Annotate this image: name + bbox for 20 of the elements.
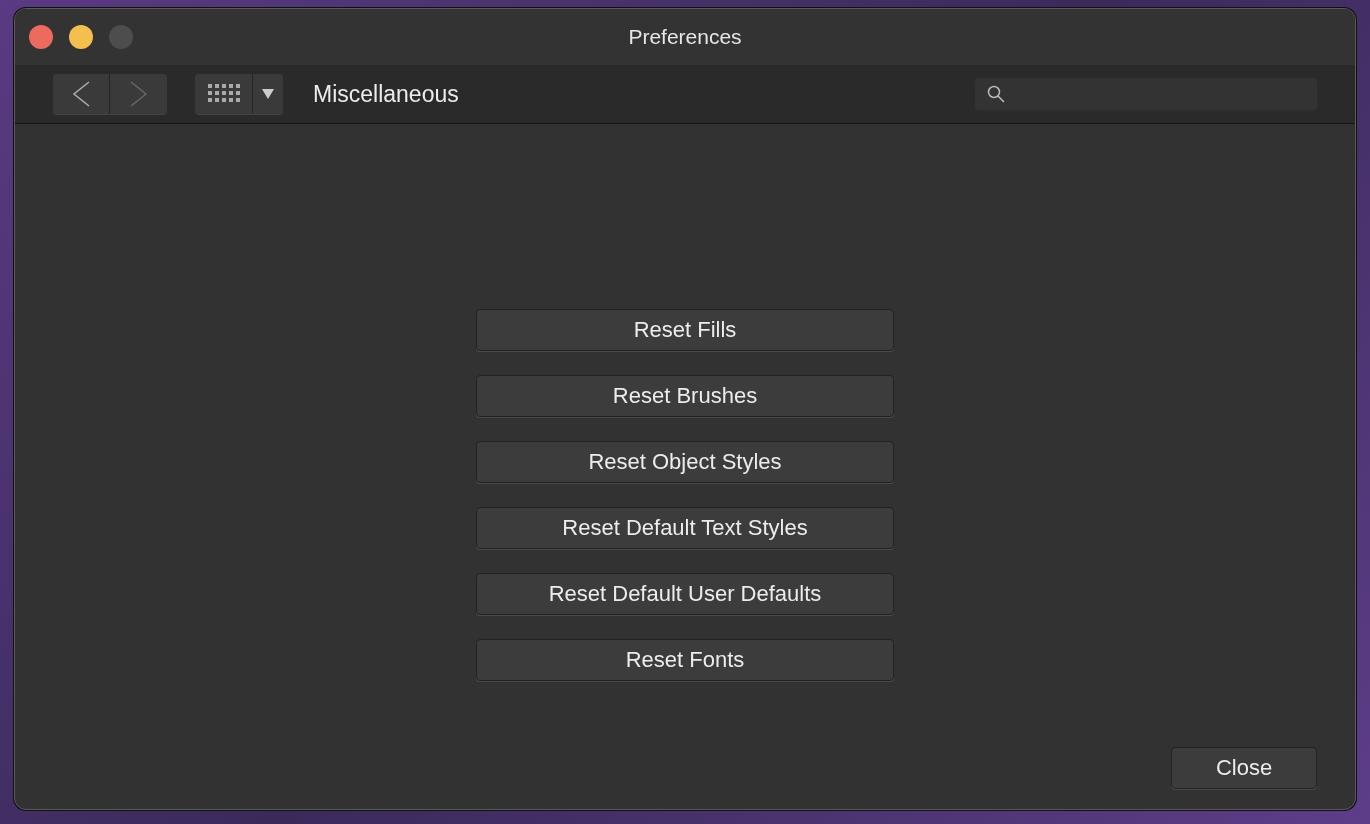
chevron-left-icon (71, 80, 91, 108)
caret-down-icon (262, 89, 274, 99)
close-window-button[interactable] (29, 25, 53, 49)
reset-button[interactable]: Reset Fonts (476, 639, 894, 681)
dropdown-button[interactable] (253, 74, 283, 114)
reset-button[interactable]: Reset Brushes (476, 375, 894, 417)
window-title: Preferences (628, 25, 742, 48)
close-button[interactable]: Close (1171, 747, 1317, 789)
reset-button[interactable]: Reset Object Styles (476, 441, 894, 483)
back-button[interactable] (53, 74, 110, 114)
grid-view-button[interactable] (195, 74, 253, 114)
search-icon (987, 85, 1005, 103)
reset-button[interactable]: Reset Default Text Styles (476, 507, 894, 549)
search-field[interactable] (974, 77, 1318, 111)
minimize-window-button[interactable] (69, 25, 93, 49)
grid-icon (207, 84, 240, 104)
chevron-right-icon (128, 80, 149, 108)
reset-button[interactable]: Reset Default User Defaults (476, 573, 894, 615)
reset-button[interactable]: Reset Fills (476, 309, 894, 351)
section-title: Miscellaneous (313, 80, 459, 108)
